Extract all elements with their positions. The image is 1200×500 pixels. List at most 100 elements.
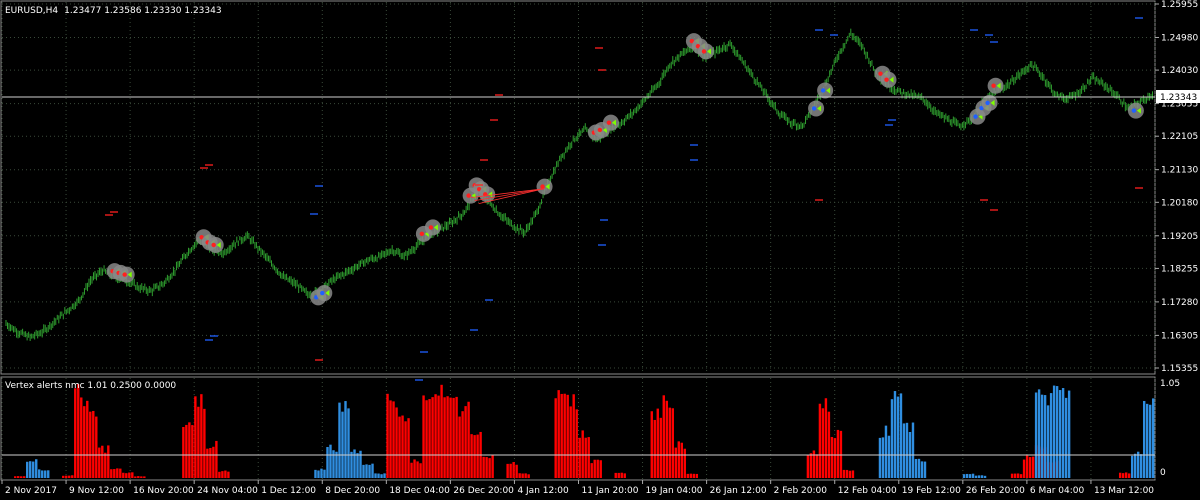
sell-bar (71, 475, 74, 478)
sell-bar (227, 471, 230, 478)
sell-bar (839, 430, 843, 478)
sell-bar (668, 407, 671, 478)
sell-bar (410, 462, 413, 478)
buy-bar (1148, 404, 1152, 478)
x-tick-label: 12 Feb 04:00 (838, 486, 897, 496)
trading-chart[interactable]: 1.259551.249801.240301.230551.221051.211… (0, 0, 1200, 500)
y-tick-label: 1.25955 (1161, 0, 1198, 10)
sell-bar (1031, 456, 1035, 478)
x-tick-label: 19 Feb 12:00 (902, 486, 961, 496)
buy-bar (1046, 405, 1050, 478)
sell-bar (620, 472, 623, 478)
x-tick-label: 13 Mar 12:00 (1094, 486, 1154, 496)
x-tick-label: 2 Feb 20:00 (774, 486, 828, 496)
sell-bar (119, 468, 122, 478)
sell-bar (683, 448, 686, 478)
y-tick-label: 1.18255 (1161, 264, 1198, 274)
sell-bar (464, 406, 467, 478)
signal-dot (122, 272, 127, 277)
sell-bar (197, 406, 200, 478)
sell-bar (104, 452, 107, 478)
sell-bar (1010, 473, 1014, 478)
sell-bar (80, 397, 83, 478)
buy-bar (335, 451, 338, 478)
sell-bar (137, 476, 140, 478)
sell-bar (452, 397, 455, 478)
sell-bar (584, 437, 587, 478)
x-tick-label: 26 Dec 20:00 (453, 486, 514, 496)
sell-bar (614, 472, 617, 478)
buy-bar (1139, 454, 1143, 478)
buy-bar (41, 470, 44, 478)
sell-bar (107, 445, 110, 478)
sell-bar (491, 454, 494, 478)
sell-bar (1022, 459, 1026, 478)
sell-bar (560, 393, 563, 478)
sell-bar (443, 397, 446, 478)
sell-bar (89, 411, 92, 478)
sell-bar (431, 397, 434, 478)
sell-bar (485, 457, 488, 478)
sell-bar (842, 469, 846, 478)
x-tick-label: 19 Jan 04:00 (646, 486, 703, 496)
sell-bar (806, 454, 810, 478)
sell-bar (659, 417, 662, 478)
sell-bar (623, 473, 626, 478)
x-tick-label: 2 Nov 2017 (5, 486, 57, 496)
sell-bar (425, 400, 428, 478)
sell-bar (182, 427, 185, 478)
sell-bar (389, 400, 392, 478)
buy-bar (965, 473, 969, 478)
sell-bar (527, 474, 530, 478)
buy-bar (341, 411, 344, 478)
sell-bar (404, 421, 407, 478)
sell-bar (95, 416, 98, 478)
sell-bar (440, 384, 443, 478)
sell-bar (449, 397, 452, 478)
buy-bar (1061, 388, 1065, 478)
sell-bar (662, 395, 665, 478)
sell-bar (20, 476, 23, 478)
buy-bar (878, 437, 882, 478)
sell-bar (143, 476, 146, 478)
buy-bar (896, 396, 900, 478)
sell-bar (686, 473, 689, 478)
buy-bar (1151, 398, 1155, 478)
sell-bar (62, 475, 65, 478)
sell-bar (1025, 455, 1029, 478)
sell-bar (140, 476, 143, 478)
sell-bar (488, 458, 491, 478)
signal-dot (466, 193, 471, 198)
sell-bar (392, 401, 395, 478)
signal-dot (540, 184, 545, 189)
sell-bar (23, 476, 26, 478)
y-tick-label: 1.21130 (1161, 166, 1198, 176)
buy-bar (314, 469, 317, 478)
buy-bar (1067, 390, 1071, 478)
buy-bar (881, 437, 885, 478)
sell-bar (665, 400, 668, 478)
signal-dot (820, 88, 826, 93)
buy-bar (1058, 390, 1062, 478)
sell-bar (578, 437, 581, 478)
signal-dot (1131, 108, 1137, 113)
sell-bar (212, 446, 215, 478)
sell-bar (851, 470, 855, 478)
signal-dot (811, 106, 817, 111)
buy-bar (320, 468, 323, 478)
signal-dot (606, 120, 612, 125)
sell-bar (470, 434, 473, 478)
sell-bar (848, 470, 852, 478)
current-price-tag-text: 1.23343 (1160, 93, 1197, 103)
sell-bar (689, 473, 692, 478)
sell-bar (101, 445, 104, 478)
y-tick-label: 1.20180 (1161, 198, 1198, 208)
y-tick-label: 1.17280 (1161, 298, 1198, 308)
sell-bar (122, 472, 125, 478)
sell-bar (188, 422, 191, 478)
signal-dot (973, 114, 978, 119)
buy-bar (983, 475, 987, 478)
sell-bar (590, 463, 593, 478)
sell-bar (815, 454, 819, 478)
x-tick-label: 8 Dec 20:00 (325, 486, 380, 496)
